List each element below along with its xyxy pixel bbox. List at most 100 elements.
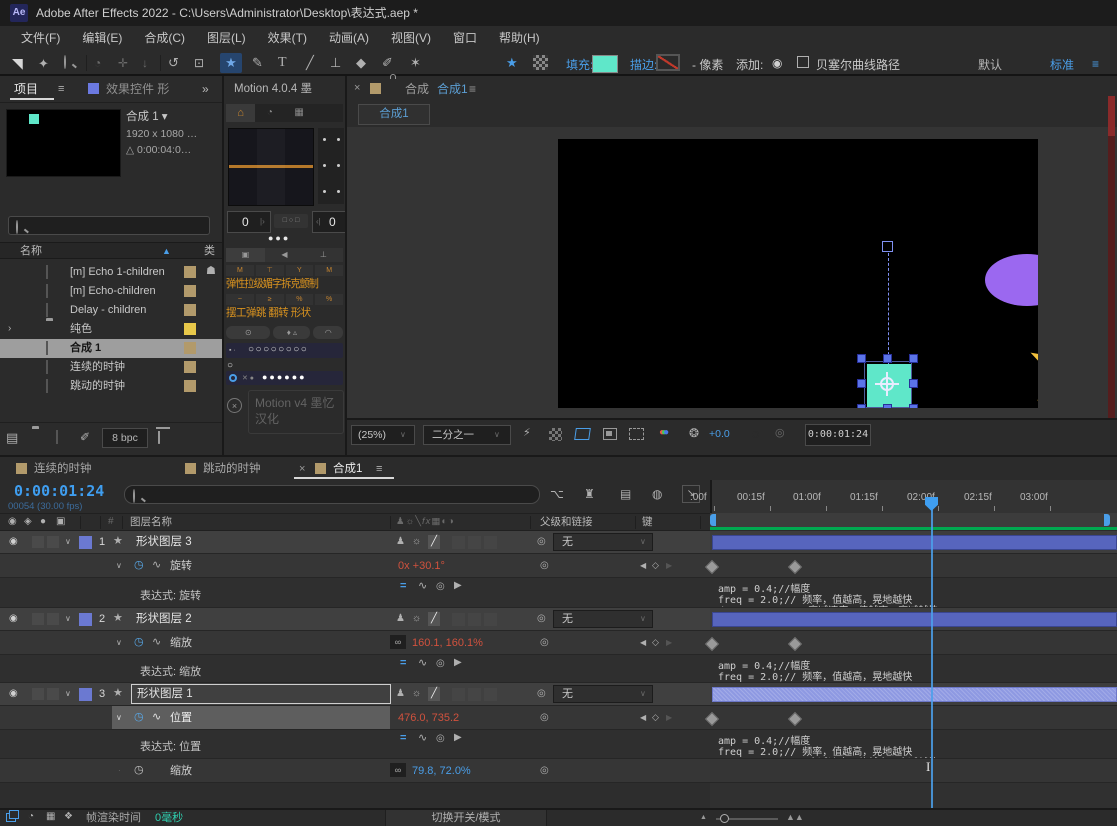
prev-keyframe-icon[interactable]: ◀ bbox=[640, 562, 646, 570]
project-item[interactable]: [m] Echo 1-children ☗ bbox=[0, 263, 222, 282]
ghost-icon[interactable]: ◔ bbox=[28, 812, 34, 822]
property-track[interactable] bbox=[704, 706, 1117, 730]
layer-color-swatch[interactable] bbox=[79, 613, 92, 626]
expression-language-icon[interactable]: ▶ bbox=[454, 658, 462, 668]
keyframe-icon[interactable] bbox=[787, 559, 803, 575]
tab-project-menu-icon[interactable]: ≡ bbox=[58, 84, 64, 95]
tab-motion[interactable]: Motion 4.0.4 墨 bbox=[234, 83, 312, 96]
add-keyframe-icon[interactable]: ◇ bbox=[652, 638, 659, 647]
bpc-button[interactable]: 8 bpc bbox=[102, 428, 148, 448]
layer-name-edit-box[interactable]: 形状图层 1 bbox=[131, 684, 391, 704]
camera-tool[interactable]: ⊡ bbox=[194, 57, 204, 69]
property-name[interactable]: 位置 bbox=[170, 713, 192, 724]
pan-camera-tool[interactable]: ✛ bbox=[118, 57, 128, 69]
menu-help[interactable]: 帮助(H) bbox=[488, 32, 551, 44]
toggle-switches-button[interactable]: 切换开关/模式 bbox=[385, 810, 547, 826]
menu-animation[interactable]: 动画(A) bbox=[318, 32, 380, 44]
stopwatch-icon[interactable]: ◷ bbox=[134, 560, 144, 571]
expression-text-block[interactable]: amp = 0.4;//幅度 freq = 2.0;// 频率，值越高，晃地越快… bbox=[710, 730, 1117, 759]
timeline-tab-2[interactable]: 跳动的时钟 bbox=[203, 463, 261, 476]
pickwhip-icon[interactable]: ◎ bbox=[540, 561, 549, 571]
menu-window[interactable]: 窗口 bbox=[442, 32, 488, 44]
viewer-tab-close-icon[interactable]: × bbox=[354, 83, 360, 94]
add-menu-icon[interactable]: ◉ bbox=[772, 57, 782, 69]
keyframe-icon[interactable] bbox=[787, 636, 803, 652]
column-type[interactable]: 类 bbox=[204, 246, 215, 257]
parent-pickwhip-icon[interactable]: ◎ bbox=[537, 537, 546, 547]
composition-flowchart-icon[interactable]: ⌥ bbox=[550, 488, 564, 500]
selection-handle[interactable] bbox=[857, 404, 866, 408]
orbit-camera-tool[interactable]: ◔ bbox=[94, 57, 101, 69]
shape-layer-star[interactable] bbox=[1024, 329, 1038, 408]
adjust-icon[interactable]: ✐ bbox=[80, 431, 90, 443]
text-tool[interactable]: T bbox=[278, 56, 287, 70]
next-keyframe-icon[interactable]: ▶ bbox=[666, 562, 672, 570]
expression-graph-icon[interactable]: ∿ bbox=[152, 637, 161, 648]
motion-anchor-grid[interactable] bbox=[318, 128, 344, 204]
layer-name[interactable]: 形状图层 2 bbox=[136, 613, 192, 626]
project-info-name[interactable]: 合成 1 ▾ bbox=[126, 111, 168, 124]
expression-label[interactable]: 表达式: 旋转 bbox=[140, 591, 201, 602]
parent-dropdown[interactable]: 无 ∨ bbox=[553, 533, 653, 551]
selection-handle[interactable] bbox=[909, 404, 918, 408]
parent-dropdown[interactable]: 无 ∨ bbox=[553, 685, 653, 703]
selection-handle[interactable] bbox=[857, 354, 866, 363]
add-keyframe-icon[interactable]: ◇ bbox=[652, 561, 659, 570]
property-row[interactable]: ∨ ◷ ∿ 缩放 ∞ 160.1, 160.1% ◎ ◀ ◇ ▶ bbox=[0, 631, 710, 655]
motion-pill-row[interactable]: ⊙ ♦ ▵ ◠ bbox=[226, 326, 343, 339]
audio-cell[interactable] bbox=[32, 536, 44, 548]
layer-track-selected[interactable] bbox=[710, 683, 1117, 706]
add-keyframe-icon[interactable]: ◇ bbox=[652, 713, 659, 722]
expander-icon[interactable]: ∨ bbox=[65, 538, 71, 546]
menu-file[interactable]: 文件(F) bbox=[10, 32, 71, 44]
layer-row-selected[interactable]: ◉ ∨ 3 ★ 形状图层 1 ♟ ☼ ╱ ◎ 无 ∨ bbox=[0, 683, 710, 706]
timeline-zoom-slider[interactable] bbox=[716, 814, 778, 823]
viewer-comp-tab[interactable]: 合成1 bbox=[358, 104, 430, 125]
sort-ascending-icon[interactable]: ▲ bbox=[162, 247, 171, 256]
label-swatch[interactable] bbox=[184, 361, 196, 373]
project-item[interactable]: 连续的时钟 bbox=[0, 358, 222, 377]
timeline-ruler[interactable]: :00f 00:15f 01:00f 01:15f 02:00f 02:15f … bbox=[690, 480, 1117, 513]
composite-toggle-icon[interactable] bbox=[6, 810, 19, 822]
motion-value-left[interactable]: 0 |› bbox=[227, 211, 271, 233]
zoom-out-icon[interactable]: ▲ bbox=[700, 814, 707, 821]
menu-composition[interactable]: 合成(C) bbox=[133, 32, 196, 44]
motion-blur-icon[interactable]: ◍ bbox=[652, 488, 662, 500]
switch-cell[interactable] bbox=[452, 688, 465, 701]
expression-graph-icon[interactable]: ∿ bbox=[152, 560, 161, 571]
eraser-tool[interactable]: ◆ bbox=[356, 56, 366, 69]
motion-path-keyframe[interactable] bbox=[882, 241, 893, 252]
label-swatch[interactable] bbox=[184, 380, 196, 392]
layer-row[interactable]: ◉ ∨ 2 ★ 形状图层 2 ♟ ☼ ╱ ◎ 无 ∨ bbox=[0, 608, 710, 631]
menu-layer[interactable]: 图层(L) bbox=[196, 32, 257, 44]
collapse-switch-icon[interactable]: ☼ bbox=[412, 689, 421, 699]
menu-effect[interactable]: 效果(T) bbox=[257, 32, 318, 44]
property-value[interactable]: 160.1, 160.1% bbox=[412, 638, 483, 649]
property-row[interactable]: ∨ ◷ ∿ 旋转 0x +30.1° ◎ ◀ ◇ ▶ bbox=[0, 554, 710, 578]
motion-value-right[interactable]: ‹| 0 bbox=[312, 211, 345, 233]
expander-icon[interactable]: ∨ bbox=[116, 562, 122, 570]
panel-overflow-icon[interactable]: » bbox=[202, 83, 209, 95]
motion-circle-single[interactable]: ○ bbox=[227, 361, 233, 371]
roi-icon[interactable] bbox=[574, 428, 591, 440]
motion-close-icon[interactable]: × bbox=[227, 398, 242, 413]
workspace-menu-icon[interactable]: ≡ bbox=[1092, 58, 1099, 70]
expression-enable-icon[interactable]: = bbox=[400, 581, 406, 592]
region-of-interest-icon[interactable] bbox=[629, 428, 644, 440]
fill-label[interactable]: 填充: bbox=[566, 59, 593, 71]
timeline-search-input[interactable] bbox=[124, 485, 540, 504]
property-name[interactable]: 缩放 bbox=[170, 766, 192, 777]
parent-pickwhip-icon[interactable]: ◎ bbox=[537, 614, 546, 624]
next-keyframe-icon[interactable]: ▶ bbox=[666, 714, 672, 722]
layer-track[interactable] bbox=[710, 608, 1117, 631]
label-swatch[interactable] bbox=[184, 342, 196, 354]
motion-buttons-row-1[interactable]: 弹性拉级媚字拆克颤制 bbox=[226, 279, 335, 290]
expression-graph-icon[interactable]: ∿ bbox=[152, 712, 161, 723]
transparency-grid-icon[interactable] bbox=[533, 55, 548, 70]
motion-preview[interactable] bbox=[228, 128, 314, 206]
expression-text-block[interactable]: amp = 0.4;//幅度 freq = 2.0;// 频率，值越高，晃地越快… bbox=[710, 578, 1117, 608]
work-area-end-handle[interactable] bbox=[1104, 514, 1110, 526]
layer-name[interactable]: 形状图层 1 bbox=[137, 688, 193, 701]
motion-circles-strip[interactable]: ▪ · ○○○○○○○○ bbox=[226, 343, 343, 358]
switch-cell[interactable] bbox=[468, 536, 481, 549]
